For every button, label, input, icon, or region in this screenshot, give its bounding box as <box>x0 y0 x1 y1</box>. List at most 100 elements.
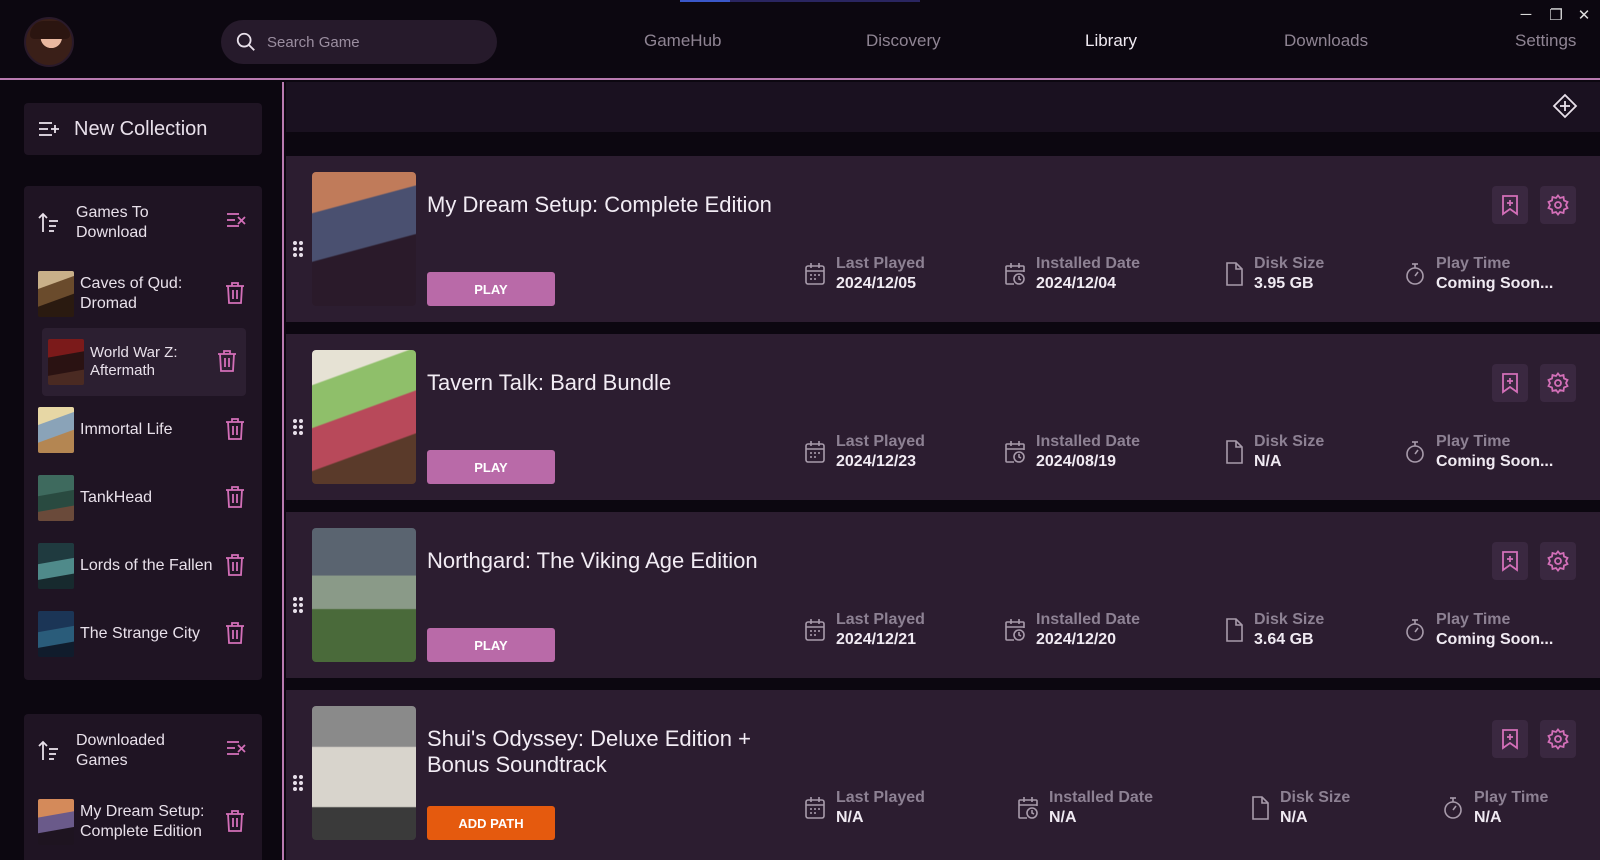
bookmark-add-icon <box>1502 195 1518 216</box>
stat-value: Coming Soon... <box>1436 453 1554 470</box>
nav-discovery[interactable]: Discovery <box>866 31 941 51</box>
drag-handle-icon[interactable] <box>292 240 304 258</box>
bookmark-add-icon <box>1502 373 1518 394</box>
stat-value: 2024/12/04 <box>1036 275 1117 292</box>
game-name: The Strange City <box>80 625 201 642</box>
restore-button[interactable]: ❐ <box>1546 6 1566 24</box>
game-settings-button[interactable] <box>1540 542 1576 580</box>
game-card: My Dream Setup: Complete Edition PLAY La… <box>286 156 1600 322</box>
game-name: Lords of the Fallen <box>80 557 213 574</box>
sidebar-game-item[interactable]: My Dream Setup: Complete Edition <box>24 788 262 856</box>
play-button[interactable]: PLAY <box>427 628 555 662</box>
trash-icon[interactable] <box>224 281 246 305</box>
stat-label: Play Time <box>1436 255 1511 272</box>
sort-icon <box>38 212 58 232</box>
collection-games-to-download: Games To Download Caves of Qud: Dromad W… <box>24 186 262 680</box>
nav-settings[interactable]: Settings <box>1515 31 1576 51</box>
stat-value: 3.95 GB <box>1254 275 1314 292</box>
game-thumbnail <box>38 407 74 453</box>
add-path-button[interactable]: ADD PATH <box>427 806 555 840</box>
drag-handle-icon[interactable] <box>292 774 304 792</box>
play-button[interactable]: PLAY <box>427 450 555 484</box>
stat-value: N/A <box>1474 809 1502 826</box>
stat-value: 2024/12/23 <box>836 453 917 470</box>
play-button[interactable]: PLAY <box>427 272 555 306</box>
search-input[interactable] <box>267 33 487 51</box>
game-settings-button[interactable] <box>1540 364 1576 402</box>
stat-play-time: Play Time Coming Soon... <box>1404 610 1553 650</box>
stat-label: Disk Size <box>1254 433 1325 450</box>
nav-library[interactable]: Library <box>1085 31 1137 51</box>
card-actions <box>1492 720 1576 758</box>
stat-disk-size: Disk Size 3.64 GB <box>1224 610 1324 650</box>
file-icon <box>1226 618 1243 642</box>
collection-title: Games To Download <box>76 204 149 241</box>
trash-icon[interactable] <box>216 349 238 373</box>
game-card: Shui's Odyssey: Deluxe Edition + Bonus S… <box>286 690 1600 860</box>
drag-handle-icon[interactable] <box>292 418 304 436</box>
library-panel: My Dream Setup: Complete Edition PLAY La… <box>286 82 1600 860</box>
calendar-clock-icon <box>1005 263 1025 285</box>
game-name: Immortal Life <box>80 421 173 438</box>
stat-value: 2024/08/19 <box>1036 453 1117 470</box>
game-thumbnail <box>38 799 74 845</box>
list-remove-icon[interactable] <box>226 739 246 757</box>
sidebar-game-item[interactable]: Lords of the Fallen <box>24 532 262 600</box>
stat-play-time: Play Time Coming Soon... <box>1404 254 1553 294</box>
stat-label: Last Played <box>836 255 925 272</box>
stat-last-played: Last Played N/A <box>804 788 925 828</box>
game-settings-button[interactable] <box>1540 720 1576 758</box>
stat-value: 3.64 GB <box>1254 631 1314 648</box>
stat-label: Last Played <box>836 789 925 806</box>
search-bar[interactable] <box>221 20 497 64</box>
new-collection-button[interactable]: New Collection <box>24 103 262 155</box>
stat-label: Installed Date <box>1036 611 1141 628</box>
sidebar-game-item[interactable]: World War Z: Aftermath <box>42 328 246 396</box>
drag-handle-icon[interactable] <box>292 596 304 614</box>
bookmark-add-button[interactable] <box>1492 720 1528 758</box>
bookmark-add-icon <box>1502 551 1518 572</box>
game-cover <box>312 172 416 306</box>
trash-icon[interactable] <box>224 809 246 833</box>
calendar-clock-icon <box>1005 441 1025 463</box>
trash-icon[interactable] <box>224 553 246 577</box>
trash-icon[interactable] <box>224 417 246 441</box>
close-button[interactable]: ✕ <box>1574 6 1594 24</box>
add-game-icon[interactable] <box>1552 93 1578 119</box>
stat-label: Play Time <box>1474 789 1549 806</box>
stat-disk-size: Disk Size 3.95 GB <box>1224 254 1324 294</box>
game-thumbnail <box>38 611 74 657</box>
stat-value: 2024/12/05 <box>836 275 917 292</box>
stat-value: N/A <box>1049 809 1077 826</box>
stat-last-played: Last Played 2024/12/21 <box>804 610 925 650</box>
sidebar-game-item[interactable]: Caves of Qud: Dromad <box>24 260 262 328</box>
sidebar-game-item[interactable]: Immortal Life <box>24 396 262 464</box>
bookmark-add-button[interactable] <box>1492 186 1528 224</box>
collection-header[interactable]: Games To Download <box>24 186 262 260</box>
game-settings-button[interactable] <box>1540 186 1576 224</box>
stat-disk-size: Disk Size N/A <box>1224 432 1324 472</box>
loading-indicator <box>680 0 920 2</box>
stat-last-played: Last Played 2024/12/23 <box>804 432 925 472</box>
stat-play-time: Play Time Coming Soon... <box>1404 432 1553 472</box>
collection-header[interactable]: Downloaded Games <box>24 714 262 788</box>
game-card: Northgard: The Viking Age Edition PLAY L… <box>286 512 1600 678</box>
trash-icon[interactable] <box>224 621 246 645</box>
stat-value: N/A <box>1280 809 1308 826</box>
nav-gamehub[interactable]: GameHub <box>644 31 721 51</box>
sidebar-game-item[interactable]: The Strange City <box>24 600 262 668</box>
bookmark-add-button[interactable] <box>1492 364 1528 402</box>
stat-label: Last Played <box>836 433 925 450</box>
nav-downloads[interactable]: Downloads <box>1284 31 1368 51</box>
sidebar-game-item[interactable]: TankHead <box>24 464 262 532</box>
minimize-button[interactable]: ─ <box>1516 6 1536 23</box>
game-name: World War Z: Aftermath <box>90 344 178 379</box>
game-card: Tavern Talk: Bard Bundle PLAY Last Playe… <box>286 334 1600 500</box>
list-remove-icon[interactable] <box>226 211 246 229</box>
stat-label: Installed Date <box>1036 255 1141 272</box>
stat-label: Disk Size <box>1254 611 1325 628</box>
bookmark-add-button[interactable] <box>1492 542 1528 580</box>
avatar[interactable] <box>24 17 74 67</box>
game-name: My Dream Setup: Complete Edition <box>80 803 205 840</box>
trash-icon[interactable] <box>224 485 246 509</box>
